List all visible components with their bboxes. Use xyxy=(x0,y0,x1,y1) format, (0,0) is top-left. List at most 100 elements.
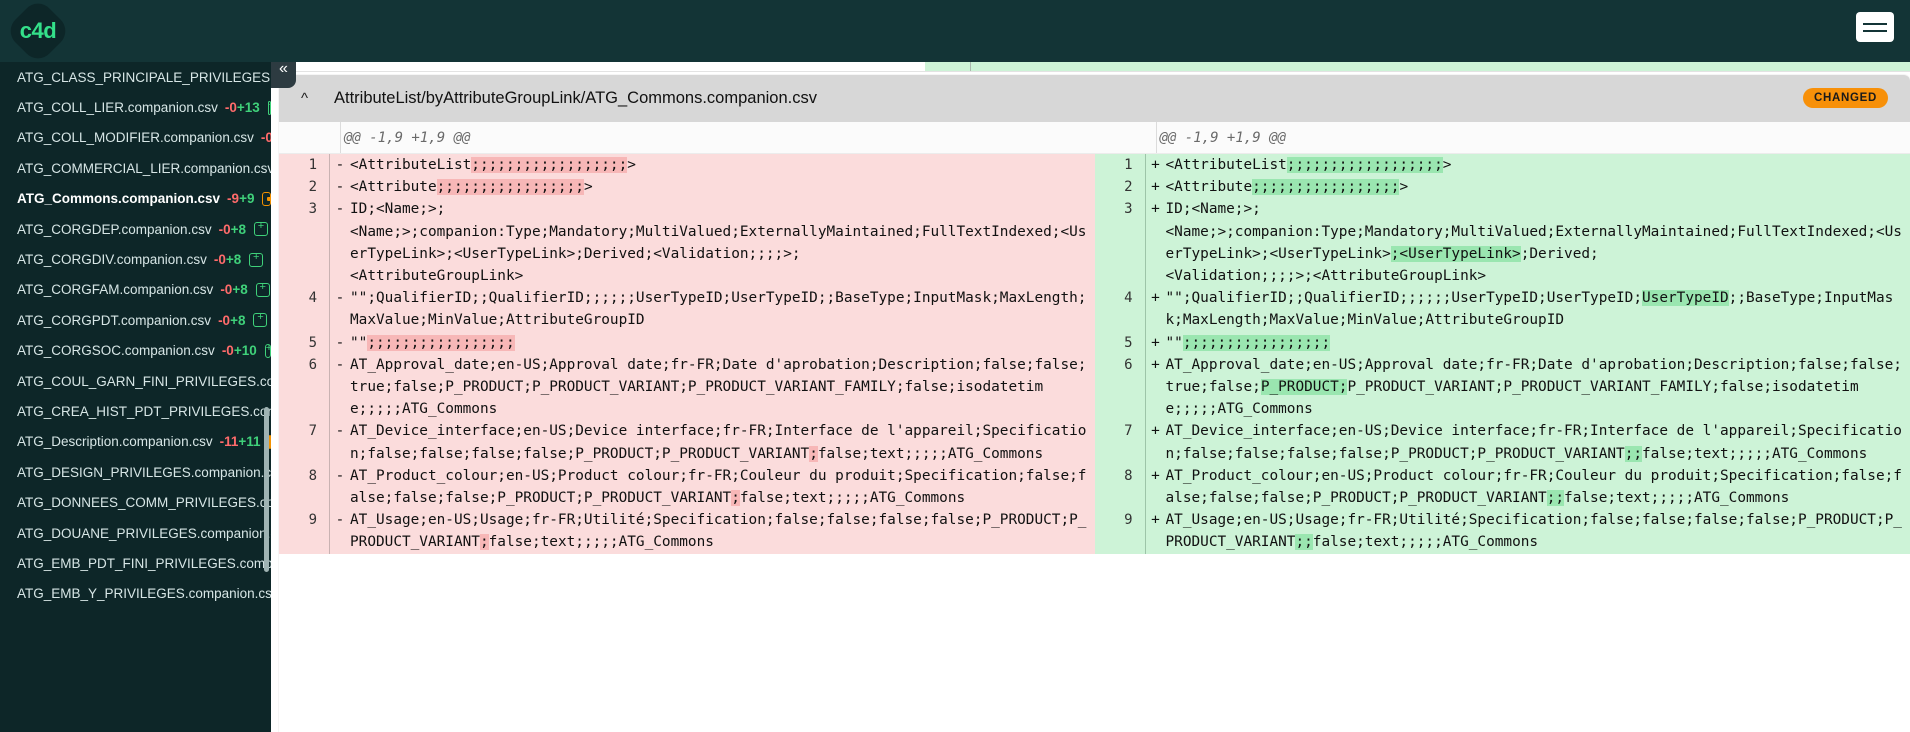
sidebar-item[interactable]: ATG_DOUANE_PRIVILEGES.companion.csv-0+12 xyxy=(0,518,271,548)
diff-line-text: <AttributeList;;;;;;;;;;;;;;;;;;> xyxy=(350,157,636,173)
sidebar-item-label: ATG_Description.companion.csv xyxy=(17,434,213,450)
sidebar-item[interactable]: ATG_COUL_GARN_FINI_PRIVILEGES.companion.… xyxy=(0,366,271,396)
diff-line-text: AT_Product_colour;en-US;Product colour;f… xyxy=(1165,467,1902,507)
line-number: 8 xyxy=(308,467,317,484)
diff-sign: + xyxy=(1151,157,1160,173)
sidebar-item-stats: -0+8 xyxy=(213,252,242,268)
diff-line: 3 - ID;<Name;>; <Name;>;companion:Type;Man… xyxy=(279,198,1095,288)
diff-sign: - xyxy=(335,512,345,529)
added-status-icon xyxy=(254,219,268,237)
diff-main-area: reconduit ^ AttributeList/byAttributeGro… xyxy=(271,0,1910,732)
sidebar-item-label: ATG_DONNEES_COMM_PRIVILEGES.companion.c xyxy=(17,495,271,511)
added-status-icon xyxy=(255,280,270,297)
hunk-header-right: @@ -1,9 +1,9 @@ xyxy=(1095,122,1910,153)
line-number: 5 xyxy=(1124,334,1133,351)
diff-line-text: "";QualifierID;;QualifierID;;;;;;UserTyp… xyxy=(1165,290,1894,329)
sidebar-item[interactable]: ATG_Commons.companion.csv -9+9 xyxy=(0,184,271,214)
diff-line: 1 - <AttributeList;;;;;;;;;;;;;;;;;;> xyxy=(279,154,1095,177)
diff-line: 6 + AT_Approval_date;en-US;Approval date;f… xyxy=(1095,353,1910,421)
diff-line: 2 + <Attribute;;;;;;;;;;;;;;;;;> xyxy=(1095,176,1910,199)
diff-sign: + xyxy=(1151,423,1160,440)
diff-pane-added[interactable]: 1 + <AttributeList;;;;;;;;;;;;;;;;;;> 2 + <At… xyxy=(1094,154,1910,554)
diff-line: 7 - AT_Device_interface;en-US;Device inter… xyxy=(279,420,1095,465)
sidebar-item-label: ATG_Commons.companion.csv xyxy=(17,191,221,207)
file-list-sidebar[interactable]: ATG_CLASS_PRINCIPALE_PRIVILEGES.companio… xyxy=(0,62,271,732)
sidebar-scrollbar[interactable] xyxy=(264,407,269,572)
line-number: 7 xyxy=(308,423,317,440)
hunk-header-left: @@ -1,9 +1,9 @@ xyxy=(279,122,1095,153)
diff-line-text: AT_Device_interface;en-US;Device interfa… xyxy=(1165,423,1902,462)
sidebar-item[interactable]: ATG_EMB_Y_PRIVILEGES.companion.csv-0+36 xyxy=(0,579,271,609)
diff-line-text: AT_Approval_date;en-US;Approval date;fr-… xyxy=(1165,356,1902,418)
diff-line: 2 - <Attribute;;;;;;;;;;;;;;;;;> xyxy=(279,176,1095,199)
file-list: ATG_CLASS_PRINCIPALE_PRIVILEGES.companio… xyxy=(0,62,271,609)
diff-sign: - xyxy=(335,179,345,196)
sidebar-item[interactable]: ATG_CLASS_PRINCIPALE_PRIVILEGES.companio… xyxy=(0,62,271,92)
diff-line-text: "";QualifierID;;QualifierID;;;;;;UserTyp… xyxy=(350,290,1087,329)
sidebar-item[interactable]: ATG_COLL_LIER.companion.csv -0+13 xyxy=(0,92,271,122)
diff-sign: - xyxy=(335,423,345,440)
line-number: 7 xyxy=(1124,423,1133,440)
sidebar-item[interactable]: ATG_CREA_HIST_PDT_PRIVILEGES.companion.c… xyxy=(0,396,271,426)
sidebar-item[interactable]: ATG_CORGFAM.companion.csv -0+8 xyxy=(0,275,271,305)
sidebar-item-label: ATG_CORGDIV.companion.csv xyxy=(17,252,207,268)
file-diff-header[interactable]: ^ AttributeList/byAttributeGroupLink/ATG… xyxy=(279,75,1910,122)
added-status-icon xyxy=(267,98,271,115)
sidebar-item[interactable]: ATG_CORGPDT.companion.csv -0+8 xyxy=(0,305,271,335)
app-logo[interactable]: c4d xyxy=(4,0,72,65)
diff-line: 4 + "";QualifierID;;QualifierID;;;;;;UserT… xyxy=(1095,287,1910,332)
sidebar-item-stats: -9+9 xyxy=(227,191,255,207)
line-number: 9 xyxy=(308,512,317,529)
sidebar-item-label: ATG_CREA_HIST_PDT_PRIVILEGES.companion.c… xyxy=(17,403,271,419)
diff-sign: + xyxy=(1151,334,1160,351)
diff-line: 8 + AT_Product_colour;en-US;Product colour… xyxy=(1095,464,1910,510)
line-number: 2 xyxy=(1124,179,1133,196)
sidebar-item[interactable]: ATG_DONNEES_COMM_PRIVILEGES.companion.c xyxy=(0,487,271,517)
diff-line: 6 - AT_Approval_date;en-US;Approval date;f… xyxy=(279,353,1095,421)
sidebar-item-label: ATG_CORGFAM.companion.csv xyxy=(17,282,214,298)
line-number: 2 xyxy=(308,179,317,196)
hamburger-menu-icon[interactable] xyxy=(1856,12,1894,42)
logo-label: c4d xyxy=(19,18,57,43)
sidebar-item-label: ATG_COLL_MODIFIER.companion.csv xyxy=(17,130,254,146)
diff-line: 9 + AT_Usage;en-US;Usage;fr-FR;Utilité;Spe… xyxy=(1095,509,1910,554)
diff-sign: + xyxy=(1151,512,1160,529)
diff-sign: + xyxy=(1151,179,1160,196)
sidebar-item-stats: -0+13 xyxy=(224,100,260,116)
sidebar-item[interactable]: ATG_EMB_PDT_FINI_PRIVILEGES.companion.cs… xyxy=(0,548,271,578)
diff-pane-removed[interactable]: 1- <AttributeList;;;;;;;;;;;;;;;;;;> 2- <At… xyxy=(279,154,1095,554)
sidebar-item[interactable]: ATG_Description.companion.csv -11+11 xyxy=(0,427,271,457)
sidebar-item-stats: -0+8 xyxy=(218,312,246,328)
diff-line-text: AT_Approval_date;en-US;Approval date;fr-… xyxy=(350,356,1087,418)
diff-line-text: <Attribute;;;;;;;;;;;;;;;;;> xyxy=(1165,179,1409,196)
sidebar-item-label: ATG_CORGDEP.companion.csv xyxy=(17,221,212,237)
diff-line-text: <AttributeList;;;;;;;;;;;;;;;;;;> xyxy=(1165,157,1452,173)
line-number: 3 xyxy=(1124,201,1133,218)
sidebar-item-label: ATG_CORGSOC.companion.csv xyxy=(17,343,215,359)
chevron-up-icon[interactable]: ^ xyxy=(301,90,323,107)
diff-line-text: AT_Product_colour;en-US;Product colour;f… xyxy=(350,467,1087,507)
line-number: 4 xyxy=(308,290,317,307)
sidebar-item[interactable]: ATG_COMMERCIAL_LIER.companion.csv-0+13 xyxy=(0,153,271,183)
sidebar-item-stats: -0+43 xyxy=(260,130,271,146)
hunk-range-left: @@ -1,9 +1,9 @@ xyxy=(344,129,471,146)
line-number: 3 xyxy=(308,201,317,218)
sidebar-item[interactable]: ATG_COLL_MODIFIER.companion.csv -0+43 xyxy=(0,123,271,153)
sidebar-item-label: ATG_CORGPDT.companion.csv xyxy=(17,312,212,328)
diff-line-text: "";;;;;;;;;;;;;;;;; xyxy=(1165,334,1331,351)
diff-line-text: AT_Device_interface;en-US;Device interfa… xyxy=(350,423,1087,462)
diff-sign: - xyxy=(335,201,345,218)
changed-status-icon xyxy=(262,191,271,206)
diff-sign: - xyxy=(335,356,345,373)
sidebar-item[interactable]: ATG_CORGDIV.companion.csv -0+8 xyxy=(0,244,271,274)
sidebar-item[interactable]: ATG_CORGSOC.companion.csv -0+10 xyxy=(0,336,271,366)
sidebar-item[interactable]: ATG_CORGDEP.companion.csv -0+8 xyxy=(0,214,271,244)
line-number: 8 xyxy=(1124,467,1133,484)
line-number: 5 xyxy=(308,334,317,351)
diff-line-text: "";;;;;;;;;;;;;;;;; xyxy=(350,334,515,351)
sidebar-item-label: ATG_COUL_GARN_FINI_PRIVILEGES.companion.… xyxy=(17,373,271,389)
diff-line: 8 - AT_Product_colour;en-US;Product colour… xyxy=(279,464,1095,510)
sidebar-item[interactable]: ATG_DESIGN_PRIVILEGES.companion.csv-0+18 xyxy=(0,457,271,487)
sidebar-item-stats: -0+10 xyxy=(221,343,257,359)
line-number: 6 xyxy=(1124,356,1133,373)
